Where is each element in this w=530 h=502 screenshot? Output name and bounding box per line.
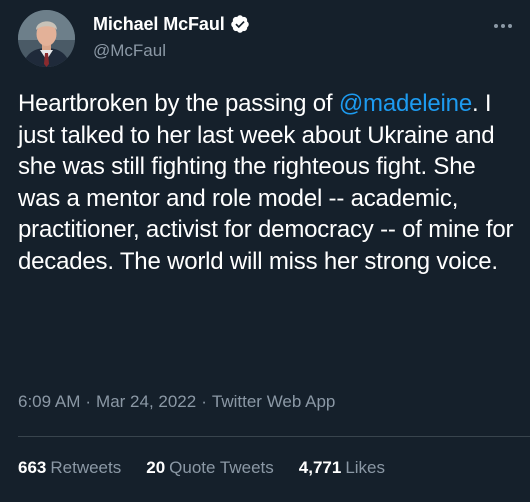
divider — [18, 436, 530, 437]
likes-count: 4,771 — [298, 458, 342, 477]
tweet-text: Heartbroken by the passing of @madeleine… — [18, 88, 518, 277]
person-photo-icon — [18, 10, 75, 67]
more-dot — [501, 24, 505, 28]
quote-tweets-stat[interactable]: 20 Quote Tweets — [146, 458, 274, 478]
avatar[interactable] — [18, 10, 75, 67]
engagement-stats: 663 Retweets 20 Quote Tweets 4,771 Likes — [18, 458, 410, 478]
retweets-stat[interactable]: 663 Retweets — [18, 458, 121, 478]
tweet-text-before: Heartbroken by the passing of — [18, 90, 339, 117]
tweet-metadata: 6:09 AM · Mar 24, 2022 · Twitter Web App — [18, 392, 335, 412]
more-dot — [508, 24, 512, 28]
quote-tweets-label: Quote Tweets — [169, 458, 274, 477]
meta-separator: · — [201, 392, 207, 411]
mention-link[interactable]: @madeleine — [339, 90, 472, 117]
tweet-source[interactable]: Twitter Web App — [212, 392, 335, 411]
name-row: Michael McFaul — [93, 12, 250, 36]
display-name[interactable]: Michael McFaul — [93, 14, 225, 35]
likes-label: Likes — [345, 458, 385, 477]
more-horizontal-icon — [494, 24, 498, 28]
tweet-date[interactable]: Mar 24, 2022 — [96, 392, 196, 411]
retweets-label: Retweets — [50, 458, 122, 477]
tweet-text-after: . I just talked to her last week about U… — [18, 90, 514, 275]
tweet-time[interactable]: 6:09 AM — [18, 392, 80, 411]
verified-badge-icon — [230, 14, 250, 34]
retweets-count: 663 — [18, 458, 47, 477]
tweet-card: Michael McFaul @McFaul Heartbroken by th… — [0, 0, 530, 502]
author-info: Michael McFaul @McFaul — [93, 12, 250, 61]
user-handle[interactable]: @McFaul — [93, 41, 250, 61]
quote-tweets-count: 20 — [146, 458, 166, 477]
likes-stat[interactable]: 4,771 Likes — [299, 458, 385, 478]
more-options-button[interactable] — [488, 14, 518, 38]
meta-separator: · — [85, 392, 92, 411]
